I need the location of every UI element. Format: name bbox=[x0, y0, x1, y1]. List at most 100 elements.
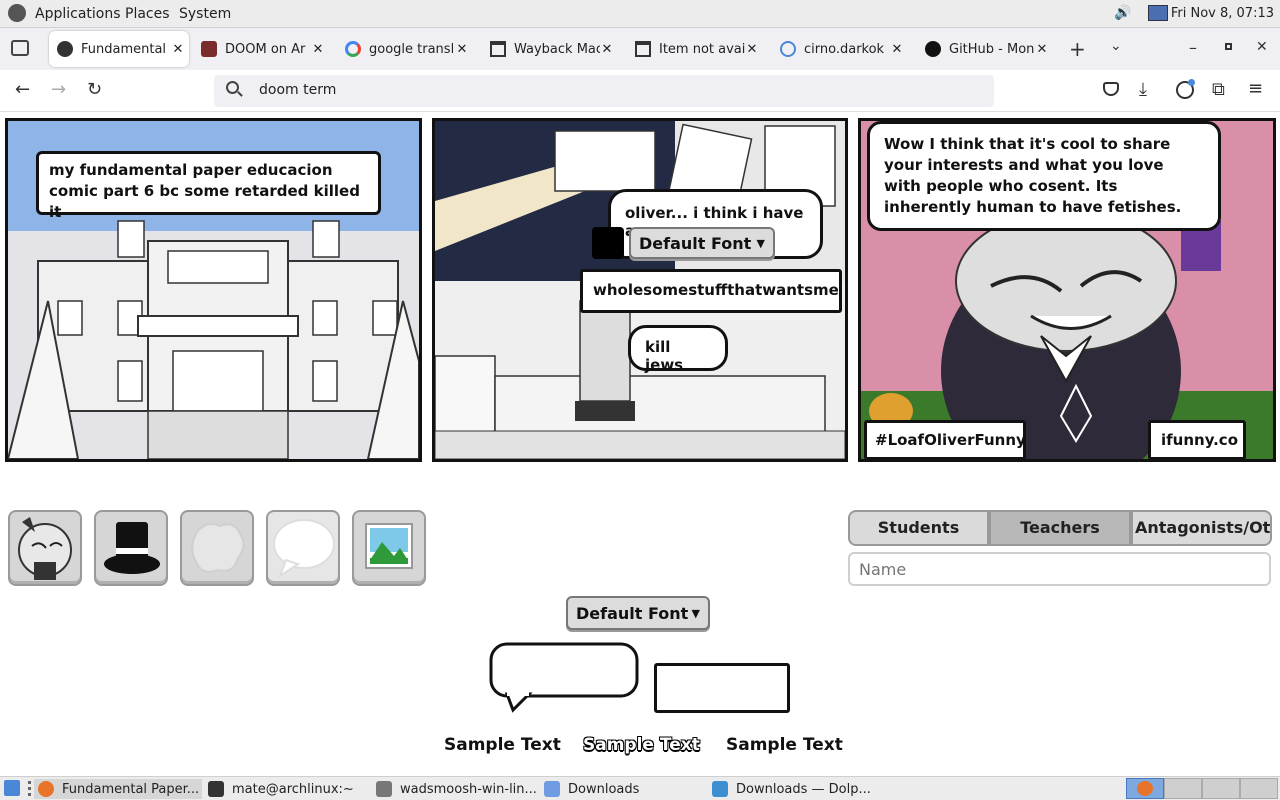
tab-students[interactable]: Students bbox=[848, 510, 989, 546]
google-favicon-icon bbox=[345, 41, 361, 57]
applications-menu[interactable]: Applications bbox=[35, 6, 121, 22]
rounded-speech-bubble-option[interactable] bbox=[489, 642, 641, 716]
prop-picker-button[interactable] bbox=[94, 510, 168, 586]
panel2-speech-bubble[interactable]: kill jews bbox=[628, 325, 728, 374]
speech-bubble-picker-button[interactable] bbox=[266, 510, 340, 586]
search-icon-handle bbox=[237, 91, 243, 97]
panel3-caption[interactable]: Wow I think that it's cool to share your… bbox=[867, 121, 1221, 231]
url-bar[interactable]: doom term bbox=[214, 75, 994, 107]
background-picker-button[interactable] bbox=[180, 510, 254, 586]
tab-wayback[interactable]: Wayback Mac ✕ bbox=[482, 31, 618, 67]
reload-icon[interactable]: ↻ bbox=[87, 79, 102, 100]
github-favicon-icon bbox=[925, 41, 941, 57]
tab-label: GitHub - Mon bbox=[949, 41, 1035, 57]
archive-manager-icon bbox=[376, 781, 392, 797]
close-icon[interactable]: ✕ bbox=[311, 42, 325, 57]
workspace-4[interactable] bbox=[1240, 778, 1278, 799]
top-hat-icon bbox=[104, 522, 160, 574]
downloads-icon[interactable]: ⤓ bbox=[1139, 79, 1147, 100]
tab-cirno[interactable]: cirno.darkok ✕ bbox=[772, 31, 908, 67]
comic-panel-3[interactable]: Wow I think that it's cool to share your… bbox=[858, 118, 1276, 462]
close-icon[interactable]: ✕ bbox=[745, 42, 759, 57]
doom-favicon-icon bbox=[201, 41, 217, 57]
task-downloads[interactable]: Downloads bbox=[540, 779, 706, 799]
paper-texture-icon bbox=[191, 523, 245, 573]
workspace-3[interactable] bbox=[1202, 778, 1240, 799]
minimize-icon[interactable]: – bbox=[1189, 38, 1197, 57]
panel2-font-select[interactable]: Default Font ▼ bbox=[629, 227, 775, 259]
rectangle-box-option[interactable] bbox=[654, 663, 790, 713]
window-close-icon[interactable]: ✕ bbox=[1256, 39, 1268, 55]
account-badge-icon bbox=[1188, 79, 1195, 86]
panel2-text-box[interactable]: wholesomestuffthatwantsme bbox=[580, 269, 842, 313]
clock[interactable]: Fri Nov 8, 07:13 bbox=[1171, 6, 1274, 21]
sample-text-outlined[interactable]: Sample Text bbox=[583, 735, 700, 755]
task-terminal[interactable]: mate@archlinux:~ bbox=[204, 779, 370, 799]
character-picker-button[interactable] bbox=[8, 510, 82, 586]
sample-text-bold[interactable]: Sample Text bbox=[726, 735, 843, 755]
archive-favicon-icon bbox=[635, 41, 651, 57]
browser-tab-strip: Fundamental ✕ DOOM on Ar ✕ google transl… bbox=[0, 28, 1280, 70]
tab-github[interactable]: GitHub - Mon ✕ bbox=[917, 31, 1053, 67]
color-swatch[interactable] bbox=[592, 227, 624, 259]
folder-icon bbox=[712, 781, 728, 797]
task-wadsmoosh[interactable]: wadsmoosh-win-lin... bbox=[372, 779, 538, 799]
gnome-foot-icon[interactable] bbox=[8, 4, 26, 22]
new-tab-icon[interactable]: + bbox=[1069, 37, 1086, 61]
tab-label: Item not avai bbox=[659, 41, 745, 57]
tab-teachers[interactable]: Teachers bbox=[989, 510, 1131, 546]
tab-doom[interactable]: DOOM on Ar ✕ bbox=[193, 31, 329, 67]
image-icon bbox=[365, 523, 413, 569]
show-desktop-icon[interactable] bbox=[4, 780, 20, 796]
hamburger-menu-icon[interactable]: ≡ bbox=[1248, 78, 1263, 99]
task-label: Downloads — Dolp... bbox=[736, 781, 871, 797]
panel1-caption[interactable]: my fundamental paper educacion comic par… bbox=[36, 151, 381, 221]
system-menu[interactable]: System bbox=[179, 6, 231, 22]
close-icon[interactable]: ✕ bbox=[171, 42, 185, 57]
firefox-icon bbox=[38, 781, 54, 797]
image-upload-button[interactable] bbox=[352, 510, 426, 586]
maximize-icon[interactable] bbox=[1225, 43, 1232, 50]
tab-fundamental[interactable]: Fundamental ✕ bbox=[49, 31, 189, 67]
close-icon[interactable]: ✕ bbox=[455, 42, 469, 57]
tab-list-chevron-icon[interactable]: ⌄ bbox=[1110, 38, 1122, 54]
places-menu[interactable]: Places bbox=[125, 6, 170, 22]
tab-google-translate[interactable]: google transl ✕ bbox=[337, 31, 473, 67]
chevron-down-icon: ▼ bbox=[756, 236, 765, 250]
name-input[interactable] bbox=[848, 552, 1271, 586]
close-icon[interactable]: ✕ bbox=[600, 42, 614, 57]
navigation-toolbar: ← → ↻ doom term ⤓ ⧉ ≡ bbox=[0, 70, 1280, 112]
close-icon[interactable]: ✕ bbox=[890, 42, 904, 57]
archive-favicon-icon bbox=[490, 41, 506, 57]
network-icon[interactable] bbox=[1148, 5, 1168, 21]
speech-bubble-icon bbox=[273, 519, 335, 579]
sample-text-plain[interactable]: Sample Text bbox=[444, 735, 561, 755]
task-label: mate@archlinux:~ bbox=[232, 781, 354, 797]
task-fundamental-paper[interactable]: Fundamental Paper... bbox=[34, 779, 202, 799]
forward-arrow-icon[interactable]: → bbox=[51, 79, 66, 100]
comic-panel-2[interactable]: oliver... i think i have a Default Font … bbox=[432, 118, 848, 462]
workspace-2[interactable] bbox=[1164, 778, 1202, 799]
cirno-favicon-icon bbox=[780, 41, 796, 57]
comic-panel-1[interactable]: my fundamental paper educacion comic par… bbox=[5, 118, 422, 462]
pocket-icon[interactable] bbox=[1103, 82, 1119, 96]
task-label: Downloads bbox=[568, 781, 640, 797]
task-label: wadsmoosh-win-lin... bbox=[400, 781, 537, 797]
taskbar-handle-icon bbox=[28, 781, 31, 796]
tab-item-not-available[interactable]: Item not avai ✕ bbox=[627, 31, 763, 67]
close-icon[interactable]: ✕ bbox=[1035, 42, 1049, 57]
back-arrow-icon[interactable]: ← bbox=[15, 79, 30, 100]
extensions-icon[interactable]: ⧉ bbox=[1212, 79, 1225, 100]
task-dolphin-downloads[interactable]: Downloads — Dolp... bbox=[708, 779, 874, 799]
character-avatar-icon bbox=[18, 517, 72, 580]
panel3-tag[interactable]: #LoafOliverFunny bbox=[864, 420, 1026, 459]
tab-antagonists[interactable]: Antagonists/Other bbox=[1131, 510, 1272, 546]
tab-overview-icon[interactable] bbox=[11, 40, 29, 56]
terminal-icon bbox=[208, 781, 224, 797]
system-top-bar: Applications Places System 🔊 Fri Nov 8, … bbox=[0, 0, 1280, 28]
url-input[interactable]: doom term bbox=[259, 82, 336, 98]
font-select[interactable]: Default Font ▼ bbox=[566, 596, 710, 630]
tab-label: google transl bbox=[369, 41, 455, 57]
volume-icon[interactable]: 🔊 bbox=[1114, 5, 1131, 21]
font-select-value: Default Font bbox=[639, 233, 752, 253]
